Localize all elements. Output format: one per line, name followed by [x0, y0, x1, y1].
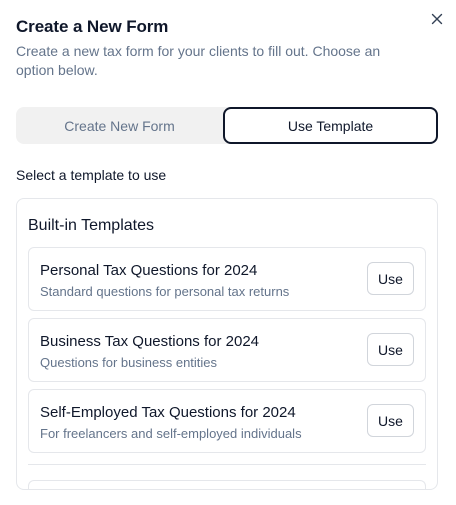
template-title: Business Tax Questions for 2024	[40, 333, 260, 350]
template-section-label: Select a template to use	[16, 167, 167, 183]
template-card-business: Business Tax Questions for 2024 Question…	[28, 318, 426, 382]
template-description: Questions for business entities	[40, 355, 218, 370]
use-template-button[interactable]: Use	[367, 404, 414, 437]
create-new-form-tab[interactable]: Create New Form	[16, 107, 223, 144]
list-item	[28, 480, 426, 489]
dialog-title: Create a New Form	[16, 17, 169, 36]
section-divider	[28, 464, 426, 465]
template-title: Self-Employed Tax Questions for 2024	[40, 404, 296, 421]
template-description: Standard questions for personal tax retu…	[40, 284, 290, 299]
dialog-subtitle: Create a new tax form for your clients t…	[16, 43, 381, 78]
use-template-button[interactable]: Use	[367, 262, 414, 295]
built-in-templates-heading: Built-in Templates	[28, 217, 154, 234]
template-title: Personal Tax Questions for 2024	[40, 262, 258, 279]
template-card-self-employed: Self-Employed Tax Questions for 2024 For…	[28, 389, 426, 453]
template-card-personal: Personal Tax Questions for 2024 Standard…	[28, 247, 426, 311]
templates-panel: Built-in Templates Personal Tax Question…	[16, 198, 438, 490]
close-icon	[431, 13, 443, 25]
create-form-dialog: Create a New Form Create a new tax form …	[0, 0, 456, 505]
use-template-button[interactable]: Use	[367, 333, 414, 366]
use-template-tab[interactable]: Use Template	[223, 107, 438, 144]
mode-toggle: Create New Form Use Template	[16, 107, 438, 144]
template-description: For freelancers and self-employed indivi…	[40, 426, 302, 441]
close-button[interactable]	[428, 10, 446, 28]
